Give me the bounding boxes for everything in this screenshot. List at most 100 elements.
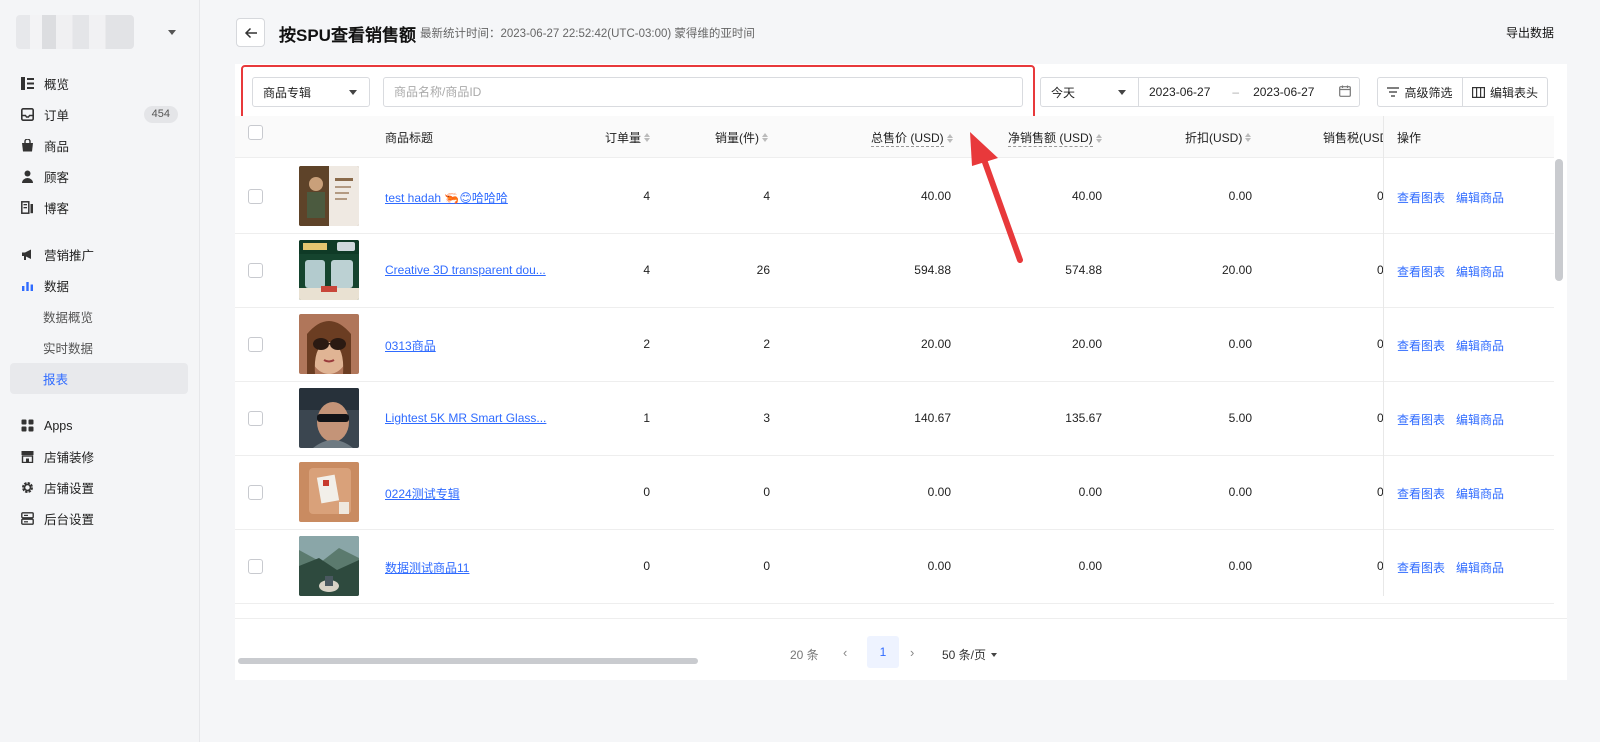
cell-net-sales: 135.67 xyxy=(1065,411,1102,425)
cell-total-price: 0.00 xyxy=(927,559,951,573)
product-thumbnail[interactable] xyxy=(299,462,359,522)
columns-icon xyxy=(1471,86,1485,98)
product-title-link[interactable]: Lightest 5K MR Smart Glass... xyxy=(385,411,546,425)
select-all-checkbox[interactable] xyxy=(248,125,263,140)
pagination: 20 条 ‹ 1 › 50 条/页 xyxy=(235,618,1567,668)
sidebar-item-products[interactable]: 商品 xyxy=(10,130,188,161)
export-data-button[interactable]: 导出数据 xyxy=(1506,24,1554,41)
sidebar-item-marketing[interactable]: 营销推广 xyxy=(10,239,188,270)
col-header-total-price[interactable]: 总售价 (USD) xyxy=(871,129,953,147)
cell-discount: 0.00 xyxy=(1228,559,1252,573)
table-row: 0224测试专辑 0 0 0.00 0.00 0.00 0 查看图表 编辑商品 xyxy=(235,455,1554,530)
table-row: 数据测试商品11 0 0 0.00 0.00 0.00 0 查看图表 编辑商品 xyxy=(235,529,1554,604)
chevron-down-icon xyxy=(991,652,998,657)
search-input[interactable] xyxy=(383,77,1023,107)
sidebar-nav: 概览 订单 454 商品 顾客 博客 营销推广 数据 数据概览 实时数据 报表 … xyxy=(10,68,188,534)
row-checkbox[interactable] xyxy=(248,337,263,352)
product-thumbnail[interactable] xyxy=(299,166,359,226)
row-checkbox[interactable] xyxy=(248,189,263,204)
product-thumbnail[interactable] xyxy=(299,314,359,374)
cell-sales-qty: 0 xyxy=(763,559,770,573)
back-button[interactable] xyxy=(236,18,265,47)
type-select[interactable]: 商品专辑 xyxy=(252,77,370,107)
advanced-filter-button[interactable]: 高级筛选 xyxy=(1377,77,1463,107)
prev-page-button[interactable]: ‹ xyxy=(843,645,847,660)
col-header-sales-qty[interactable]: 销量(件) xyxy=(715,129,768,146)
product-thumbnail[interactable] xyxy=(299,388,359,448)
sidebar-item-store-settings[interactable]: 店铺设置 xyxy=(10,472,188,503)
edit-table-header-button[interactable]: 编辑表头 xyxy=(1462,77,1548,107)
sidebar-item-reports[interactable]: 报表 xyxy=(10,363,188,394)
cell-total-price: 140.67 xyxy=(914,411,951,425)
sidebar-item-orders[interactable]: 订单 454 xyxy=(10,99,188,130)
product-title-link[interactable]: Creative 3D transparent dou... xyxy=(385,263,546,277)
day-select[interactable]: 今天 xyxy=(1040,77,1139,107)
date-end: 2023-06-27 xyxy=(1253,85,1315,99)
edit-product-link[interactable]: 编辑商品 xyxy=(1456,413,1504,427)
row-checkbox[interactable] xyxy=(248,559,263,574)
sidebar-item-label: 概览 xyxy=(44,78,70,92)
col-header-net-sales[interactable]: 净销售额 (USD) xyxy=(1008,129,1102,147)
product-title-link[interactable]: 0313商品 xyxy=(385,339,436,353)
apps-grid-icon xyxy=(20,419,34,433)
sidebar-item-label: 报表 xyxy=(43,373,69,387)
cell-sales-qty: 2 xyxy=(763,337,770,351)
sidebar-item-customers[interactable]: 顾客 xyxy=(10,161,188,192)
cell-orders: 4 xyxy=(643,263,650,277)
product-thumbnail[interactable] xyxy=(299,240,359,300)
date-range-picker[interactable]: 2023-06-27 – 2023-06-27 xyxy=(1138,77,1360,107)
page-size-select[interactable]: 50 条/页 xyxy=(942,646,998,663)
table-row: Lightest 5K MR Smart Glass... 1 3 140.67… xyxy=(235,381,1554,456)
chevron-down-icon xyxy=(168,29,176,35)
product-thumbnail[interactable] xyxy=(299,536,359,596)
order-count-badge: 454 xyxy=(143,106,178,123)
sidebar-item-admin-settings[interactable]: 后台设置 xyxy=(10,503,188,534)
storefront-icon xyxy=(20,450,34,464)
table-row: 0313商品 2 2 20.00 20.00 0.00 0 查看图表 编辑商品 xyxy=(235,307,1554,382)
next-page-button[interactable]: › xyxy=(910,645,914,660)
page-title: 按SPU查看销售额 xyxy=(279,26,416,45)
sidebar-item-label: 实时数据 xyxy=(43,342,94,356)
edit-product-link[interactable]: 编辑商品 xyxy=(1456,487,1504,501)
view-chart-link[interactable]: 查看图表 xyxy=(1397,191,1445,205)
sidebar-item-data[interactable]: 数据 xyxy=(10,270,188,301)
page-number-current[interactable]: 1 xyxy=(867,636,899,668)
sidebar-item-overview[interactable]: 概览 xyxy=(10,68,188,99)
col-header-discount[interactable]: 折扣(USD) xyxy=(1185,129,1252,146)
edit-product-link[interactable]: 编辑商品 xyxy=(1456,265,1504,279)
vertical-scrollbar[interactable] xyxy=(1555,159,1563,281)
chevron-down-icon xyxy=(1118,90,1126,95)
col-header-tax[interactable]: 销售税(USD xyxy=(1323,129,1383,146)
sort-icon xyxy=(946,133,953,143)
cell-orders: 0 xyxy=(643,559,650,573)
sidebar-item-label: 店铺设置 xyxy=(44,482,95,496)
sidebar-item-realtime-data[interactable]: 实时数据 xyxy=(10,332,188,363)
row-checkbox[interactable] xyxy=(248,263,263,278)
store-switcher[interactable] xyxy=(16,14,186,50)
fixed-column-divider xyxy=(1383,116,1384,596)
view-chart-link[interactable]: 查看图表 xyxy=(1397,487,1445,501)
table-header: 商品标题 订单量 销量(件) 总售价 (USD) 净销售额 (USD) 折扣(U… xyxy=(235,116,1554,158)
col-header-orders[interactable]: 订单量 xyxy=(605,129,651,146)
edit-product-link[interactable]: 编辑商品 xyxy=(1456,191,1504,205)
cell-net-sales: 0.00 xyxy=(1078,559,1102,573)
view-chart-link[interactable]: 查看图表 xyxy=(1397,561,1445,575)
sidebar-item-apps[interactable]: Apps xyxy=(10,410,188,441)
product-title-link[interactable]: 数据测试商品11 xyxy=(385,561,469,575)
view-chart-link[interactable]: 查看图表 xyxy=(1397,265,1445,279)
row-checkbox[interactable] xyxy=(248,411,263,426)
edit-product-link[interactable]: 编辑商品 xyxy=(1456,561,1504,575)
product-title-link[interactable]: test hadah 🦐😊哈哈哈 xyxy=(385,191,508,205)
date-separator: – xyxy=(1232,85,1240,99)
view-chart-link[interactable]: 查看图表 xyxy=(1397,413,1445,427)
report-card: 商品专辑 今天 2023-06-27 – 2023-06-27 高级筛选 编辑表… xyxy=(235,64,1567,680)
edit-product-link[interactable]: 编辑商品 xyxy=(1456,339,1504,353)
product-title-link[interactable]: 0224测试专辑 xyxy=(385,487,460,501)
cell-net-sales: 574.88 xyxy=(1065,263,1102,277)
sidebar-item-data-overview[interactable]: 数据概览 xyxy=(10,301,188,332)
cell-net-sales: 20.00 xyxy=(1071,337,1102,351)
sidebar-item-store-decoration[interactable]: 店铺装修 xyxy=(10,441,188,472)
row-checkbox[interactable] xyxy=(248,485,263,500)
view-chart-link[interactable]: 查看图表 xyxy=(1397,339,1445,353)
sidebar-item-blog[interactable]: 博客 xyxy=(10,192,188,223)
